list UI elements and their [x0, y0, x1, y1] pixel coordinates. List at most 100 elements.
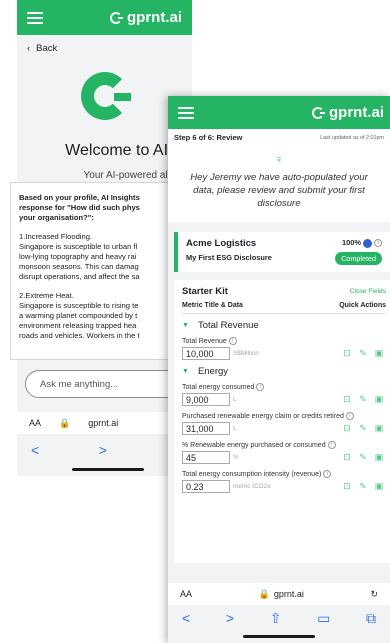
- field-input[interactable]: 31,000: [182, 421, 230, 435]
- field-unit: metric tCO2e: [233, 482, 271, 490]
- ai-insight-icon[interactable]: ⊡: [342, 348, 352, 359]
- kit-column-headers: Metric Title & Data Quick Actions: [182, 302, 386, 314]
- ai-insight-icon[interactable]: ⊡: [342, 452, 352, 463]
- image-icon[interactable]: ▣: [374, 394, 384, 405]
- company-card[interactable]: Acme Logistics My First ESG Disclosure 1…: [174, 232, 390, 272]
- field-input[interactable]: 45: [182, 450, 230, 464]
- close-fields-link[interactable]: Close Fields: [350, 288, 386, 295]
- browser-address-bar[interactable]: AA 🔒 gprnt.ai: [17, 412, 192, 434]
- edit-icon[interactable]: ✎: [358, 423, 368, 434]
- edit-icon[interactable]: ✎: [358, 348, 368, 359]
- info-icon[interactable]: i: [345, 411, 354, 420]
- field-label: % Renewable energy purchased or consumed…: [182, 440, 386, 449]
- review-message: ♀ Hey Jeremy we have auto-populated your…: [168, 146, 390, 222]
- home-indicator: [72, 468, 144, 471]
- starter-kit-panel: Starter Kit Close Fields Metric Title & …: [174, 279, 390, 563]
- edit-icon[interactable]: ✎: [358, 481, 368, 492]
- check-circle-icon: [362, 238, 372, 248]
- field-row: 10,000 S$Million ⊡ ✎ ▣: [182, 346, 386, 360]
- col-header-actions: Quick Actions: [339, 301, 386, 309]
- response-section: 2.Extreme Heat. Singapore is susceptible…: [19, 291, 140, 340]
- back-button[interactable]: ‹ Back: [17, 35, 192, 62]
- col-header-metric: Metric Title & Data: [182, 301, 243, 309]
- back-nav-icon[interactable]: <: [31, 442, 39, 458]
- field-row: 31,000 L ⊡ ✎ ▣: [182, 421, 386, 435]
- bookmarks-icon[interactable]: ▭: [317, 610, 330, 627]
- home-indicator: [243, 635, 315, 638]
- ask-input[interactable]: Ask me anything...: [25, 370, 192, 398]
- status-badge: Completed: [335, 251, 382, 265]
- image-icon[interactable]: ▣: [374, 481, 384, 492]
- info-icon[interactable]: i: [256, 382, 265, 391]
- browser-nav: < > ⇧: [17, 438, 192, 462]
- gprnt-logo-icon: [312, 106, 325, 119]
- kit-title: Starter Kit: [182, 285, 228, 297]
- last-updated-text: Last updated as of 2:01pm: [320, 134, 384, 141]
- image-icon[interactable]: ▣: [374, 348, 384, 359]
- progress-percent: 100%: [342, 238, 361, 247]
- step-text: Step 6 of 6: Review: [174, 133, 243, 142]
- ai-insight-icon[interactable]: ⊡: [342, 423, 352, 434]
- field-unit: %: [233, 453, 239, 461]
- text-size-button[interactable]: AA: [180, 589, 192, 599]
- field-label: Total Revenue i: [182, 336, 386, 345]
- image-icon[interactable]: ▣: [374, 423, 384, 434]
- chevron-down-icon: ▼: [182, 321, 189, 329]
- field-label: Purchased renewable energy claim or cred…: [182, 411, 386, 420]
- info-icon[interactable]: i: [374, 239, 382, 248]
- brand-logo: gprnt.ai: [110, 9, 182, 26]
- menu-icon[interactable]: [27, 11, 43, 24]
- response-intro: Based on your profile, AI Insights respo…: [19, 193, 140, 222]
- edit-icon[interactable]: ✎: [358, 394, 368, 405]
- edit-icon[interactable]: ✎: [358, 452, 368, 463]
- brand-name: gprnt.ai: [329, 104, 384, 121]
- ai-response-card: Based on your profile, AI Insights respo…: [10, 182, 185, 360]
- field-label: Total energy consumption intensity (reve…: [182, 469, 386, 478]
- field-row: 45 % ⊡ ✎ ▣: [182, 450, 386, 464]
- info-icon[interactable]: i: [327, 440, 336, 449]
- company-name: Acme Logistics: [186, 238, 257, 249]
- lightbulb-icon: ♀: [274, 154, 284, 166]
- browser-nav: < > ⇧ ▭ ⧉: [168, 606, 390, 630]
- ai-insight-icon[interactable]: ⊡: [342, 481, 352, 492]
- image-icon[interactable]: ▣: [374, 452, 384, 463]
- field-row: 0.23 metric tCO2e ⊡ ✎ ▣: [182, 479, 386, 493]
- back-label: Back: [36, 43, 58, 54]
- brand-name: gprnt.ai: [127, 9, 182, 26]
- lock-icon: 🔒: [59, 417, 71, 428]
- reload-icon[interactable]: ↻: [370, 589, 378, 600]
- share-icon[interactable]: ⇧: [270, 610, 282, 627]
- group-energy[interactable]: ▼ Energy: [182, 366, 386, 377]
- field-input[interactable]: 0.23: [182, 479, 230, 493]
- brand-logo: gprnt.ai: [312, 104, 384, 121]
- group-total-revenue[interactable]: ▼ Total Revenue: [182, 320, 386, 331]
- info-icon[interactable]: i: [228, 336, 237, 345]
- forward-nav-icon[interactable]: >: [99, 442, 107, 458]
- app-header: gprnt.ai: [17, 0, 192, 35]
- field-unit: S$Million: [233, 349, 259, 357]
- disclosure-name: My First ESG Disclosure: [186, 253, 272, 262]
- app-header: gprnt.ai: [168, 96, 390, 129]
- field-label: Total energy consumed i: [182, 382, 386, 391]
- chevron-left-icon: ‹: [27, 43, 31, 54]
- field-input[interactable]: 10,000: [182, 346, 230, 360]
- tabs-icon[interactable]: ⧉: [366, 610, 376, 627]
- gprnt-logo-icon: [110, 11, 123, 24]
- url-text[interactable]: gprnt.ai: [88, 418, 118, 428]
- back-nav-icon[interactable]: <: [182, 610, 190, 626]
- forward-nav-icon[interactable]: >: [226, 610, 234, 626]
- ai-insight-icon[interactable]: ⊡: [342, 394, 352, 405]
- info-icon[interactable]: i: [323, 469, 332, 478]
- menu-icon[interactable]: [178, 106, 194, 119]
- browser-address-bar[interactable]: AA 🔒 gprnt.ai ↻: [168, 583, 390, 605]
- field-input[interactable]: 9,000: [182, 392, 230, 406]
- url-text[interactable]: gprnt.ai: [274, 589, 304, 599]
- field-row: 9,000 L ⊡ ✎ ▣: [182, 392, 386, 406]
- lock-icon: 🔒: [258, 588, 270, 599]
- step-indicator: Step 6 of 6: Review Last updated as of 2…: [168, 129, 390, 146]
- chevron-down-icon: ▼: [182, 367, 189, 375]
- text-size-button[interactable]: AA: [29, 418, 41, 428]
- field-unit: L: [233, 424, 237, 432]
- review-screen: gprnt.ai Step 6 of 6: Review Last update…: [168, 96, 390, 643]
- gprnt-large-logo-icon: [80, 72, 131, 120]
